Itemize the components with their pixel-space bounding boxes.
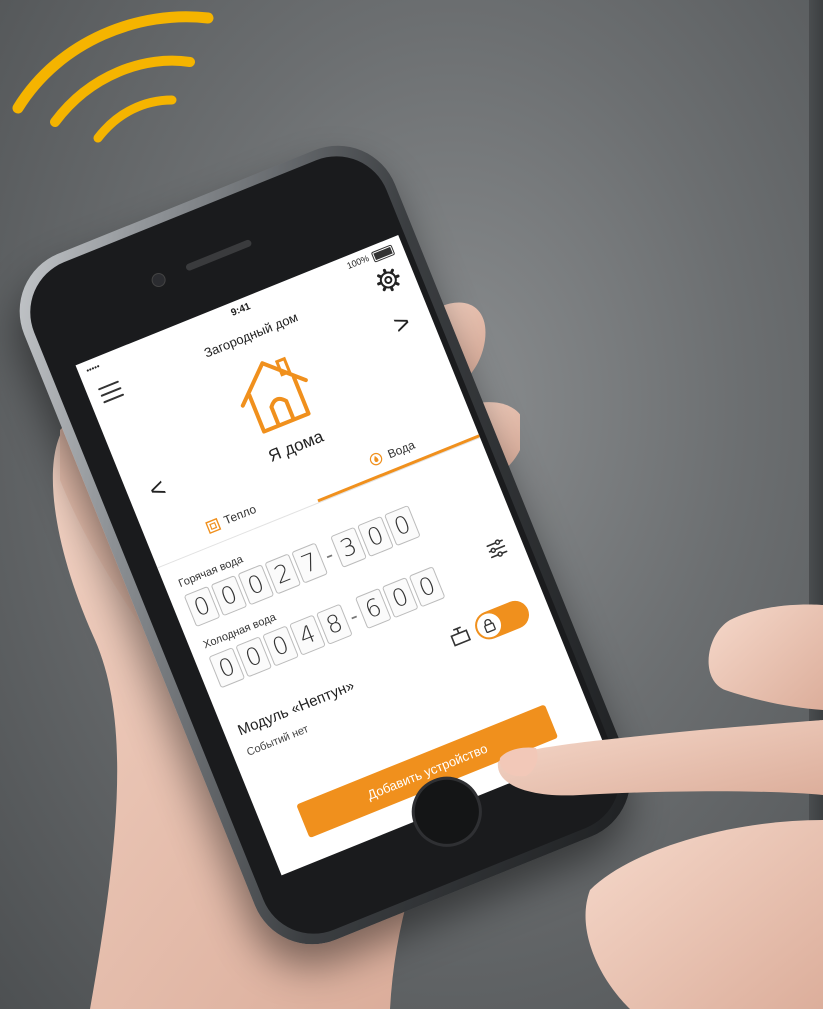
- right-hand: [497, 604, 823, 1009]
- wifi-signal-icon: [12, 11, 214, 143]
- tab-heating-label: Тепло: [221, 501, 259, 528]
- sliders-icon[interactable]: [484, 536, 510, 562]
- water-drop-icon: [370, 452, 383, 466]
- radiator-icon: [204, 517, 221, 534]
- status-bar: ••••• 9:41 100%: [76, 235, 406, 384]
- next-mode-chevron-icon[interactable]: >: [389, 306, 415, 340]
- battery-icon: [370, 244, 396, 263]
- front-camera: [149, 270, 168, 290]
- house-icon: [240, 356, 311, 434]
- tab-water-label: Вода: [385, 437, 417, 461]
- earpiece-speaker: [184, 238, 253, 272]
